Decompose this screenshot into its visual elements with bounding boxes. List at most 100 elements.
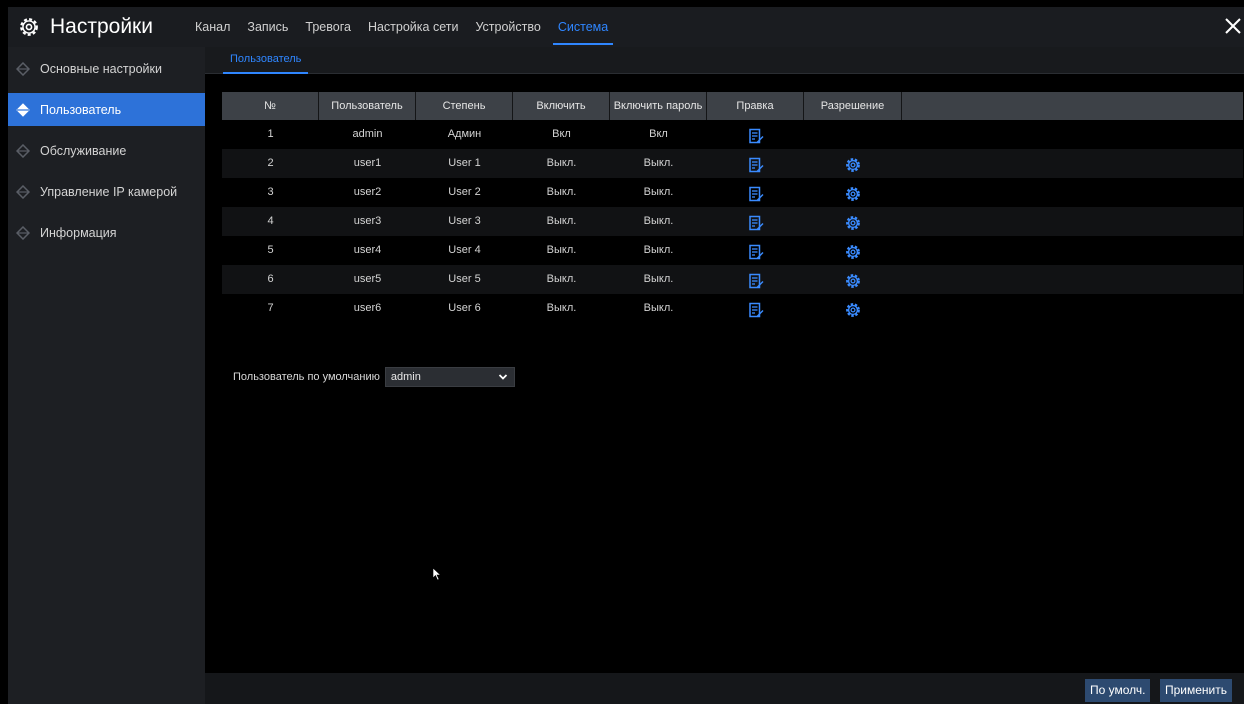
tab-network[interactable]: Настройка сети: [368, 7, 459, 47]
permission-gear-icon[interactable]: [845, 301, 861, 317]
sidebar-item-general[interactable]: Основные настройки: [8, 52, 205, 85]
diamond-icon: [16, 61, 30, 76]
edit-icon[interactable]: [748, 301, 764, 317]
cell-enable: Выкл.: [546, 273, 577, 285]
default-button[interactable]: По умолч.: [1085, 679, 1151, 702]
cell-permission: [804, 207, 902, 236]
permission-gear-icon[interactable]: [845, 272, 861, 288]
diamond-icon: [16, 143, 30, 158]
sidebar-item-ip-camera[interactable]: Управление IP камерой: [8, 175, 205, 208]
column-header-user: Пользователь: [319, 92, 416, 120]
column-header-enable: Включить: [513, 92, 610, 120]
cell-user: user1: [353, 157, 382, 169]
cell-password: Выкл.: [643, 302, 674, 314]
edit-icon[interactable]: [748, 127, 764, 143]
default-user-row: Пользователь по умолчанию admin: [233, 367, 515, 387]
cell-level: Админ: [447, 128, 482, 140]
sidebar-item-user[interactable]: Пользователь: [8, 93, 205, 126]
tab-alarm[interactable]: Тревога: [305, 7, 351, 47]
cell-password: Выкл.: [643, 244, 674, 256]
cell-permission: [804, 265, 902, 294]
edit-icon[interactable]: [748, 214, 764, 230]
cell-enable: Выкл.: [546, 302, 577, 314]
cell-user: user2: [353, 186, 382, 198]
cell-permission: [804, 120, 902, 149]
edit-icon[interactable]: [748, 156, 764, 172]
cell-level: User 6: [448, 302, 481, 314]
permission-gear-icon[interactable]: [845, 156, 861, 172]
cell-password: Вкл: [649, 128, 668, 140]
sidebar: Основные настройки Пользователь Обслужив…: [8, 47, 205, 704]
permission-gear-icon[interactable]: [845, 243, 861, 259]
cell-level: User 5: [448, 273, 481, 285]
brand: Настройки: [18, 7, 153, 47]
cell-edit: [707, 178, 804, 207]
sidebar-item-label: Основные настройки: [40, 61, 162, 76]
table-row: 2 user1 User 1 Выкл. Выкл.: [222, 149, 1243, 178]
tab-system[interactable]: Система: [552, 7, 614, 47]
main-tabs: Канал Запись Тревога Настройка сети Устр…: [195, 7, 630, 47]
diamond-icon: [16, 225, 30, 240]
apply-button[interactable]: Применить: [1160, 679, 1233, 702]
diamond-icon: [16, 184, 30, 199]
users-table: № Пользователь Степень Включить Включить…: [222, 92, 1243, 323]
cell-level: User 1: [448, 157, 481, 169]
cell-permission: [804, 149, 902, 178]
default-user-value: admin: [390, 371, 421, 383]
cell-user: user4: [353, 244, 382, 256]
edit-icon[interactable]: [748, 272, 764, 288]
cell-password: Выкл.: [643, 215, 674, 227]
close-icon[interactable]: [1222, 15, 1244, 37]
table-row: 5 user4 User 4 Выкл. Выкл.: [222, 236, 1243, 265]
column-header-password: Включить пароль: [610, 92, 707, 120]
cell-edit: [707, 265, 804, 294]
cell-edit: [707, 207, 804, 236]
cell-no: 3: [267, 186, 274, 198]
tab-device[interactable]: Устройство: [475, 7, 540, 47]
mouse-cursor-icon: [432, 567, 442, 581]
column-header-edit: Правка: [707, 92, 804, 120]
column-header-no: №: [222, 92, 319, 120]
cell-enable: Выкл.: [546, 244, 577, 256]
cell-user: user5: [353, 273, 382, 285]
column-header-level: Степень: [416, 92, 513, 120]
cell-permission: [804, 236, 902, 265]
table-row: 3 user2 User 2 Выкл. Выкл.: [222, 178, 1243, 207]
permission-gear-icon[interactable]: [845, 214, 861, 230]
cell-enable: Выкл.: [546, 157, 577, 169]
cell-enable: Выкл.: [546, 186, 577, 198]
diamond-icon: [16, 102, 30, 117]
cell-no: 1: [267, 128, 274, 140]
cell-permission: [804, 178, 902, 207]
cell-user: user6: [353, 302, 382, 314]
top-bar: Настройки Канал Запись Тревога Настройка…: [8, 7, 1244, 47]
cell-user: admin: [352, 128, 383, 140]
subtab-user[interactable]: Пользователь: [223, 47, 309, 74]
edit-icon[interactable]: [748, 243, 764, 259]
permission-gear-icon[interactable]: [845, 185, 861, 201]
default-user-select[interactable]: admin: [384, 367, 515, 387]
sidebar-item-label: Обслуживание: [40, 143, 127, 158]
table-row: 4 user3 User 3 Выкл. Выкл.: [222, 207, 1243, 236]
sidebar-item-maintenance[interactable]: Обслуживание: [8, 134, 205, 167]
sidebar-item-info[interactable]: Информация: [8, 216, 205, 249]
sidebar-item-label: Управление IP камерой: [40, 184, 178, 199]
sub-tabs: Пользователь: [205, 47, 1244, 74]
cell-permission: [804, 294, 902, 323]
cell-level: User 2: [448, 186, 481, 198]
sidebar-item-label: Информация: [40, 225, 117, 240]
table-header: № Пользователь Степень Включить Включить…: [222, 92, 1243, 120]
cell-enable: Вкл: [552, 128, 571, 140]
cell-password: Выкл.: [643, 157, 674, 169]
edit-icon[interactable]: [748, 185, 764, 201]
tab-record[interactable]: Запись: [247, 7, 288, 47]
cell-level: User 4: [448, 244, 481, 256]
cell-no: 7: [267, 302, 274, 314]
sidebar-item-label: Пользователь: [40, 102, 122, 117]
page-title: Настройки: [50, 15, 153, 38]
cell-edit: [707, 294, 804, 323]
gear-icon: [20, 18, 38, 36]
tab-channel[interactable]: Канал: [195, 7, 230, 47]
cell-edit: [707, 236, 804, 265]
cell-user: user3: [353, 215, 382, 227]
